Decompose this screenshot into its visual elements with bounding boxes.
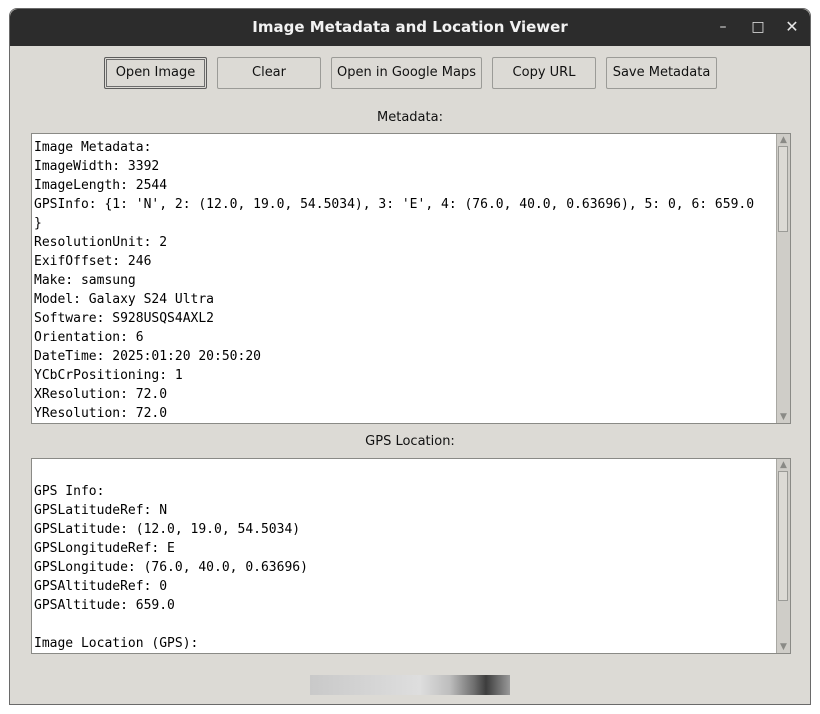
metadata-line: Make: samsung	[34, 273, 136, 288]
gps-line	[34, 615, 774, 634]
gps-text: GPS Info: GPSLatitudeRef: N GPSLatitude: (…	[34, 463, 774, 653]
metadata-label: Metadata:	[377, 110, 443, 125]
gps-line: GPSAltitudeRef: 0	[34, 579, 168, 594]
metadata-line: ExifOffset: 246	[34, 254, 152, 269]
save-metadata-button[interactable]: Save Metadata	[606, 57, 717, 89]
metadata-line: ImageLength: 2544	[34, 178, 168, 193]
gps-line: GPSLongitudeRef: E	[34, 541, 175, 556]
minimize-icon[interactable]: –	[713, 17, 733, 37]
scroll-down-arrow-icon[interactable]: ▼	[777, 411, 790, 423]
gps-scrollbar[interactable]: ▲ ▼	[776, 459, 790, 653]
metadata-line: ResolutionUnit: 2	[34, 235, 168, 250]
title-bar[interactable]: Image Metadata and Location Viewer – □ ✕	[10, 9, 810, 46]
open-image-button[interactable]: Open Image	[104, 57, 207, 89]
metadata-line: ImageWidth: 3392	[34, 159, 160, 174]
gps-text-area[interactable]: GPS Info: GPSLatitudeRef: N GPSLatitude: (…	[31, 458, 791, 654]
maximize-icon[interactable]: □	[748, 17, 768, 37]
window-title: Image Metadata and Location Viewer	[252, 18, 568, 36]
metadata-scrollbar[interactable]: ▲ ▼	[776, 134, 790, 423]
metadata-line: }	[34, 216, 42, 231]
scroll-down-arrow-icon[interactable]: ▼	[777, 641, 790, 653]
image-thumbnail-preview	[310, 675, 510, 695]
metadata-line: Orientation: 6	[34, 330, 144, 345]
metadata-line: Image Metadata:	[34, 140, 152, 155]
metadata-text: Image Metadata: ImageWidth: 3392 ImageLeng…	[34, 138, 774, 423]
metadata-text-area[interactable]: Image Metadata: ImageWidth: 3392 ImageLeng…	[31, 133, 791, 424]
metadata-line: YResolution: 72.0	[34, 406, 168, 421]
metadata-line: Software: S928USQS4AXL2	[34, 311, 215, 326]
scroll-up-arrow-icon[interactable]: ▲	[777, 134, 790, 146]
gps-line: GPSLatitudeRef: N	[34, 503, 168, 518]
gps-line: GPSAltitude: 659.0	[34, 598, 175, 613]
metadata-line: GPSInfo: {1: 'N', 2: (12.0, 19.0, 54.503…	[34, 197, 755, 212]
gps-line: Image Location (GPS):	[34, 636, 199, 651]
metadata-line: Model: Galaxy S24 Ultra	[34, 292, 215, 307]
gps-line	[34, 463, 774, 482]
gps-line: GPS Info:	[34, 484, 105, 499]
metadata-line: XResolution: 72.0	[34, 387, 168, 402]
open-in-google-maps-button[interactable]: Open in Google Maps	[331, 57, 482, 89]
scrollbar-thumb[interactable]	[778, 146, 788, 232]
scrollbar-thumb[interactable]	[778, 471, 788, 601]
gps-line: GPSLatitude: (12.0, 19.0, 54.5034)	[34, 522, 301, 537]
gps-line: GPSLongitude: (76.0, 40.0, 0.63696)	[34, 560, 308, 575]
clear-button[interactable]: Clear	[217, 57, 321, 89]
toolbar: Open Image Clear Open in Google Maps Cop…	[10, 46, 810, 106]
app-window: Image Metadata and Location Viewer – □ ✕…	[9, 8, 811, 705]
scroll-up-arrow-icon[interactable]: ▲	[777, 459, 790, 471]
metadata-line: DateTime: 2025:01:20 20:50:20	[34, 349, 261, 364]
gps-location-label: GPS Location:	[365, 434, 455, 449]
copy-url-button[interactable]: Copy URL	[492, 57, 596, 89]
close-icon[interactable]: ✕	[782, 17, 802, 37]
metadata-line: YCbCrPositioning: 1	[34, 368, 183, 383]
